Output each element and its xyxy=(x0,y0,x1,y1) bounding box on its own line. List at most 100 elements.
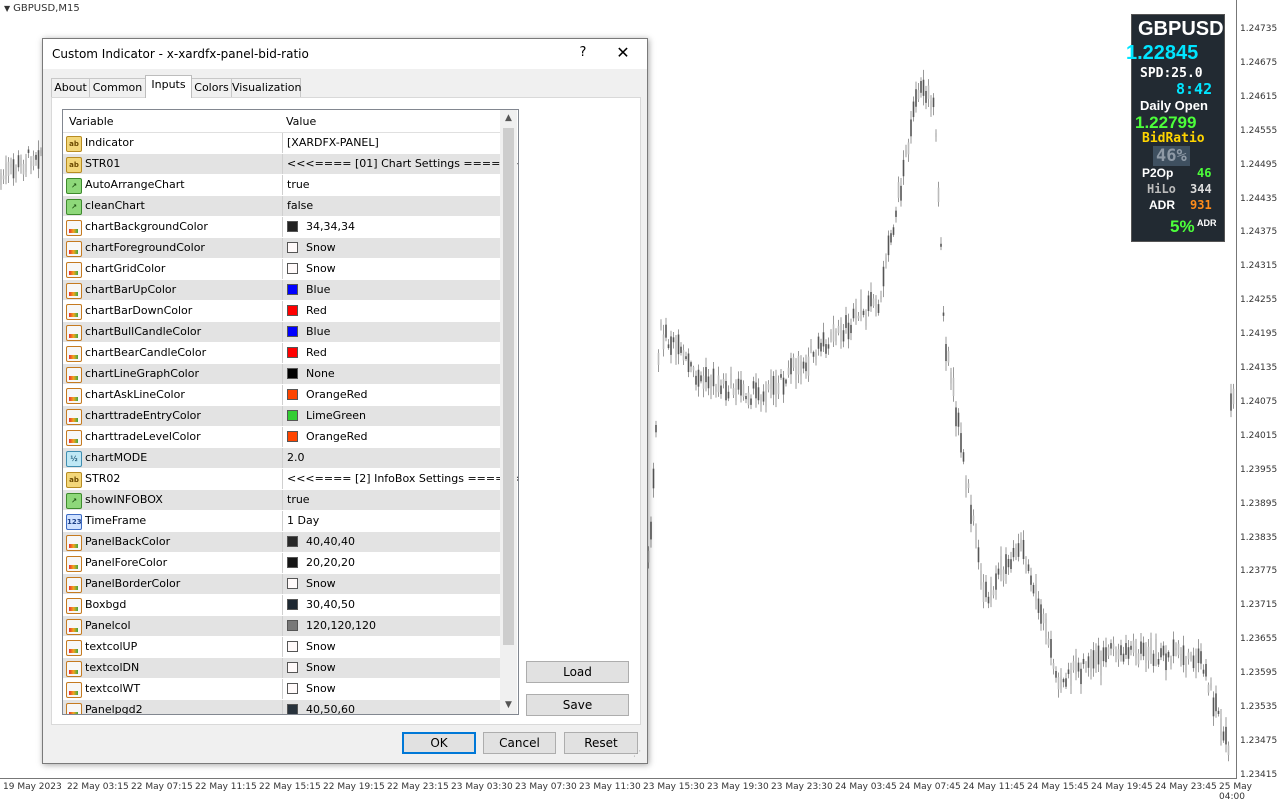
variable-cell[interactable]: PanelBorderColor xyxy=(63,574,281,594)
grid-row[interactable]: ab STR02 <<<==== [2] InfoBox Settings ====… xyxy=(63,469,518,490)
cancel-button[interactable]: Cancel xyxy=(483,732,556,754)
grid-row[interactable]: ½ chartMODE 2.0 xyxy=(63,448,500,469)
variable-cell[interactable]: textcolUP xyxy=(63,637,281,657)
variable-cell[interactable]: chartLineGraphColor xyxy=(63,364,281,384)
grid-row[interactable]: chartBullCandleColor Blue xyxy=(63,322,500,343)
grid-row[interactable]: Boxbgd 30,40,50 xyxy=(63,595,500,616)
grid-row[interactable]: Panelpgd2 40,50,60 xyxy=(63,700,501,714)
grid-row[interactable]: PanelBorderColor Snow xyxy=(63,574,500,595)
value-cell[interactable]: <<<==== [2] InfoBox Settings ====>>> xyxy=(282,469,518,489)
value-cell[interactable]: LimeGreen xyxy=(282,406,501,426)
grid-row[interactable]: textcolUP Snow xyxy=(63,637,500,658)
grid-row[interactable]: ab STR01 <<<==== [01] Chart Settings ====>… xyxy=(63,154,518,175)
value-cell[interactable]: <<<==== [01] Chart Settings ====>>> xyxy=(282,154,518,174)
value-cell[interactable]: false xyxy=(282,196,501,216)
value-cell[interactable]: 120,120,120 xyxy=(282,616,501,636)
value-cell[interactable]: OrangeRed xyxy=(282,385,501,405)
value-cell[interactable]: [XARDFX-PANEL] xyxy=(282,133,501,153)
column-header-variable[interactable]: Variable xyxy=(69,115,114,128)
grid-row[interactable]: ↗ cleanChart false xyxy=(63,196,500,217)
grid-row[interactable]: ab Indicator [XARDFX-PANEL] xyxy=(63,133,500,154)
value-cell[interactable]: Snow xyxy=(282,679,501,699)
variable-cell[interactable]: textcolWT xyxy=(63,679,281,699)
grid-row[interactable]: textcolDN Snow xyxy=(63,658,500,679)
variable-cell[interactable]: chartBullCandleColor xyxy=(63,322,281,342)
variable-cell[interactable]: chartAskLineColor xyxy=(63,385,281,405)
grid-row[interactable]: charttradeEntryColor LimeGreen xyxy=(63,406,500,427)
reset-button[interactable]: Reset xyxy=(564,732,638,754)
value-cell[interactable]: 40,40,40 xyxy=(282,532,501,552)
grid-row[interactable]: PanelForeColor 20,20,20 xyxy=(63,553,500,574)
value-cell[interactable]: Red xyxy=(282,301,501,321)
help-button[interactable]: ? xyxy=(574,45,592,60)
variable-cell[interactable]: PanelBackColor xyxy=(63,532,281,552)
variable-cell[interactable]: PanelForeColor xyxy=(63,553,281,573)
value-cell[interactable]: 2.0 xyxy=(282,448,501,468)
variable-cell[interactable]: charttradeEntryColor xyxy=(63,406,281,426)
grid-row[interactable]: charttradeLevelColor OrangeRed xyxy=(63,427,500,448)
tab-about[interactable]: About xyxy=(51,78,90,97)
variable-cell[interactable]: ab Indicator xyxy=(63,133,281,153)
scroll-down-icon[interactable]: ▼ xyxy=(500,697,517,714)
value-cell[interactable]: Snow xyxy=(282,238,501,258)
value-cell[interactable]: 34,34,34 xyxy=(282,217,501,237)
variable-cell[interactable]: ab STR01 xyxy=(63,154,281,174)
value-cell[interactable]: Red xyxy=(282,343,501,363)
grid-scrollbar[interactable]: ▲ ▼ xyxy=(500,110,517,714)
value-cell[interactable]: Snow xyxy=(282,574,501,594)
value-cell[interactable]: 20,20,20 xyxy=(282,553,501,573)
dialog-titlebar[interactable]: Custom Indicator - x-xardfx-panel-bid-ra… xyxy=(43,39,647,69)
variable-cell[interactable]: ab STR02 xyxy=(63,469,281,489)
value-cell[interactable]: 30,40,50 xyxy=(282,595,501,615)
value-cell[interactable]: 40,50,60 xyxy=(282,700,501,714)
scroll-thumb[interactable] xyxy=(503,128,514,645)
grid-row[interactable]: chartBearCandleColor Red xyxy=(63,343,500,364)
tab-common[interactable]: Common xyxy=(89,78,146,97)
scroll-up-icon[interactable]: ▲ xyxy=(500,110,517,127)
variable-cell[interactable]: ↗ showINFOBOX xyxy=(63,490,281,510)
variable-cell[interactable]: ½ chartMODE xyxy=(63,448,281,468)
grid-row[interactable]: ↗ AutoArrangeChart true xyxy=(63,175,500,196)
value-cell[interactable]: Snow xyxy=(282,658,501,678)
value-cell[interactable]: true xyxy=(282,175,501,195)
grid-row[interactable]: chartGridColor Snow xyxy=(63,259,500,280)
value-cell[interactable]: None xyxy=(282,364,501,384)
variable-cell[interactable]: 123 TimeFrame xyxy=(63,511,281,531)
load-button[interactable]: Load xyxy=(526,661,629,683)
value-cell[interactable]: Blue xyxy=(282,280,501,300)
tab-visualization[interactable]: Visualization xyxy=(231,78,301,97)
variable-cell[interactable]: Panelpgd2 xyxy=(63,700,281,714)
grid-row[interactable]: chartBarUpColor Blue xyxy=(63,280,500,301)
ok-button[interactable]: OK xyxy=(402,732,476,754)
grid-row[interactable]: Panelcol 120,120,120 xyxy=(63,616,500,637)
tab-colors[interactable]: Colors xyxy=(191,78,232,97)
value-cell[interactable]: OrangeRed xyxy=(282,427,501,447)
variable-cell[interactable]: chartGridColor xyxy=(63,259,281,279)
variable-cell[interactable]: chartBackgroundColor xyxy=(63,217,281,237)
variable-cell[interactable]: chartBearCandleColor xyxy=(63,343,281,363)
value-cell[interactable]: 1 Day xyxy=(282,511,501,531)
variable-cell[interactable]: charttradeLevelColor xyxy=(63,427,281,447)
resize-grip-icon[interactable]: ⋰ xyxy=(633,749,643,759)
variable-cell[interactable]: ↗ AutoArrangeChart xyxy=(63,175,281,195)
value-cell[interactable]: Snow xyxy=(282,637,501,657)
variable-cell[interactable]: ↗ cleanChart xyxy=(63,196,281,216)
grid-row[interactable]: chartBarDownColor Red xyxy=(63,301,500,322)
tab-inputs[interactable]: Inputs xyxy=(145,75,192,98)
variable-cell[interactable]: Panelcol xyxy=(63,616,281,636)
value-cell[interactable]: Snow xyxy=(282,259,501,279)
variable-cell[interactable]: chartBarUpColor xyxy=(63,280,281,300)
value-cell[interactable]: true xyxy=(282,490,501,510)
save-button[interactable]: Save xyxy=(526,694,629,716)
variable-cell[interactable]: Boxbgd xyxy=(63,595,281,615)
grid-row[interactable]: PanelBackColor 40,40,40 xyxy=(63,532,500,553)
grid-row[interactable]: chartLineGraphColor None xyxy=(63,364,500,385)
grid-row[interactable]: chartForegroundColor Snow xyxy=(63,238,500,259)
grid-row[interactable]: textcolWT Snow xyxy=(63,679,500,700)
variable-cell[interactable]: chartBarDownColor xyxy=(63,301,281,321)
close-icon[interactable]: ✕ xyxy=(614,43,632,62)
grid-row[interactable]: 123 TimeFrame 1 Day xyxy=(63,511,500,532)
grid-row[interactable]: ↗ showINFOBOX true xyxy=(63,490,500,511)
variable-cell[interactable]: textcolDN xyxy=(63,658,281,678)
grid-row[interactable]: chartAskLineColor OrangeRed xyxy=(63,385,500,406)
